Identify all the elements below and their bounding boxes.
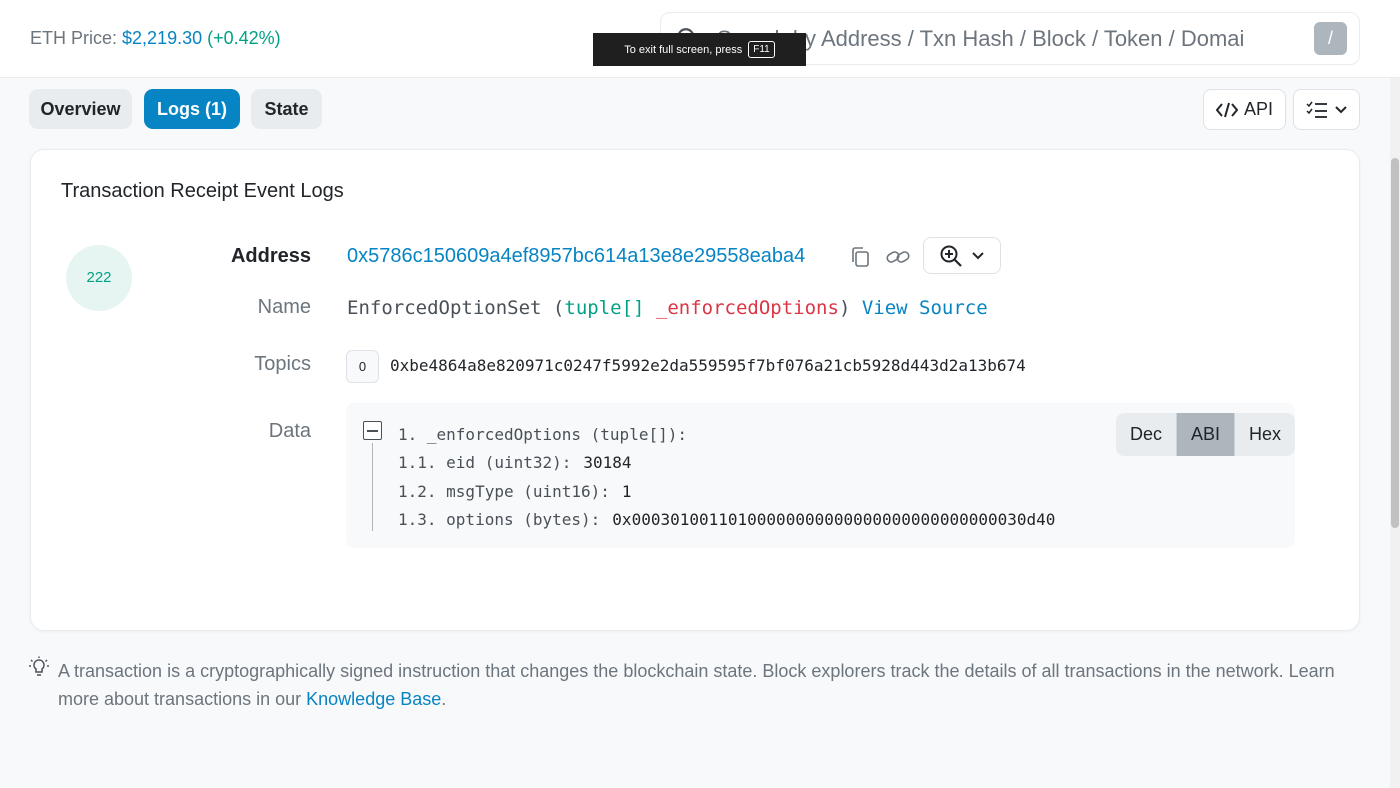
toast-key: F11 bbox=[748, 41, 775, 58]
note-text: A transaction is a cryptographically sig… bbox=[58, 661, 1335, 709]
data-key: 1.2. msgType (uint16): bbox=[398, 482, 610, 501]
data-line: 1.2. msgType (uint16): 1 bbox=[398, 482, 632, 501]
collapse-icon[interactable] bbox=[363, 421, 382, 440]
tab-overview[interactable]: Overview bbox=[29, 89, 132, 129]
card-title: Transaction Receipt Event Logs bbox=[61, 180, 344, 202]
data-value: 1 bbox=[621, 482, 632, 501]
options-dropdown-button[interactable] bbox=[1293, 89, 1360, 130]
data-value: 0x00030100110100000000000000000000000000… bbox=[612, 510, 1056, 529]
event-name: EnforcedOptionSet bbox=[347, 297, 542, 319]
copy-icon[interactable] bbox=[849, 246, 871, 268]
note-end: . bbox=[441, 689, 447, 709]
search-shortcut-key: / bbox=[1314, 22, 1347, 55]
data-key: 1. _enforcedOptions (tuple[]): bbox=[398, 425, 687, 444]
data-line: 1.1. eid (uint32): 30184 bbox=[398, 453, 632, 472]
topic-value: 0xbe4864a8e820971c0247f5992e2da559595f7b… bbox=[390, 356, 1026, 375]
data-line: 1.3. options (bytes): 0x00030100110100000… bbox=[398, 510, 1055, 529]
view-source-link[interactable]: View Source bbox=[862, 297, 988, 319]
data-key: 1.1. eid (uint32): bbox=[398, 453, 572, 472]
eth-price-value[interactable]: $2,219.30 bbox=[122, 28, 202, 48]
tree-line bbox=[372, 443, 373, 531]
fullscreen-toast: To exit full screen, press F11 bbox=[593, 33, 806, 66]
topic-index-badge: 0 bbox=[346, 350, 379, 383]
transaction-info-note: A transaction is a cryptographically sig… bbox=[58, 657, 1348, 713]
paren-open: ( bbox=[552, 297, 565, 319]
tab-logs[interactable]: Logs (1) bbox=[144, 89, 240, 129]
eth-price-change: (+0.42%) bbox=[207, 28, 281, 48]
chevron-down-icon bbox=[972, 251, 984, 259]
zoom-in-icon bbox=[940, 245, 962, 267]
scrollbar-thumb[interactable] bbox=[1391, 158, 1399, 528]
format-abi-button[interactable]: ABI bbox=[1176, 413, 1236, 456]
paren-close: ) bbox=[838, 297, 851, 319]
log-index-badge: 222 bbox=[66, 245, 132, 311]
zoom-dropdown-button[interactable] bbox=[923, 237, 1001, 274]
data-key: 1.3. options (bytes): bbox=[398, 510, 601, 529]
format-hex-button[interactable]: Hex bbox=[1235, 413, 1295, 456]
link-icon[interactable] bbox=[885, 246, 911, 268]
event-signature: EnforcedOptionSet (tuple[] _enforcedOpti… bbox=[347, 297, 988, 319]
tab-state[interactable]: State bbox=[251, 89, 322, 129]
address-link[interactable]: 0x5786c150609a4ef8957bc614a13e8e29558eab… bbox=[347, 245, 805, 268]
api-label: API bbox=[1243, 99, 1273, 119]
list-check-icon bbox=[1305, 101, 1327, 118]
format-toggle-group: Dec ABI Hex bbox=[1116, 413, 1296, 456]
lightbulb-icon bbox=[29, 656, 49, 676]
decoded-data-box: 1. _enforcedOptions (tuple[]): 1.1. eid … bbox=[346, 403, 1296, 548]
data-label: Data bbox=[268, 420, 311, 442]
code-icon bbox=[1215, 102, 1238, 117]
event-param-type: tuple[] bbox=[564, 297, 645, 319]
page-scrollbar[interactable] bbox=[1390, 78, 1400, 788]
eth-price: ETH Price: $2,219.30 (+0.42%) bbox=[30, 28, 281, 49]
topics-label: Topics bbox=[254, 353, 311, 375]
eth-price-label: ETH Price: bbox=[30, 28, 118, 48]
knowledge-base-link[interactable]: Knowledge Base bbox=[306, 689, 441, 709]
event-param-name: _enforcedOptions bbox=[655, 297, 839, 319]
toast-text: To exit full screen, press bbox=[624, 43, 743, 56]
name-label: Name bbox=[257, 296, 311, 318]
api-button[interactable]: API bbox=[1203, 89, 1286, 130]
format-dec-button[interactable]: Dec bbox=[1116, 413, 1176, 456]
data-value: 30184 bbox=[583, 453, 632, 472]
data-line: 1. _enforcedOptions (tuple[]): bbox=[398, 425, 687, 444]
address-label: Address bbox=[230, 245, 311, 267]
chevron-down-icon bbox=[1334, 105, 1347, 113]
event-logs-card: Transaction Receipt Event Logs 222 Addre… bbox=[30, 149, 1360, 631]
